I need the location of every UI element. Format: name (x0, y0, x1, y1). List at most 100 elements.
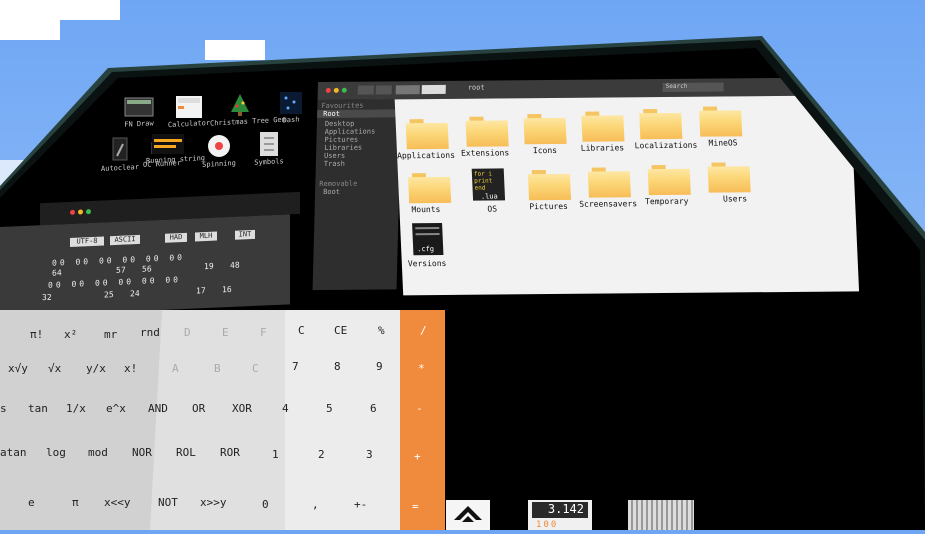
key-5[interactable]: 5 (326, 402, 333, 415)
folder-icon[interactable] (699, 106, 743, 137)
back-button[interactable] (357, 85, 374, 95)
path-field[interactable]: root (468, 84, 485, 92)
tab-utf8[interactable]: UTF-8 (70, 236, 104, 247)
forward-button[interactable] (375, 85, 392, 95)
item-label-pictures[interactable]: Pictures (529, 202, 568, 211)
item-label-mineos[interactable]: MineOS (708, 138, 737, 147)
item-label-os[interactable]: OS (487, 204, 497, 213)
key-ror[interactable]: ROR (220, 446, 240, 459)
item-label-mounts[interactable]: Mounts (411, 205, 440, 214)
folder-icon[interactable] (405, 119, 449, 150)
folder-icon[interactable] (581, 111, 625, 142)
key-sin[interactable]: s (0, 402, 7, 415)
key-xor[interactable]: XOR (232, 402, 252, 415)
key-and[interactable]: AND (148, 402, 168, 415)
key-nor[interactable]: NOR (132, 446, 152, 459)
key-hex-a[interactable]: A (172, 362, 179, 375)
key-rnd[interactable]: rnd (140, 326, 160, 339)
folder-icon[interactable] (707, 162, 751, 193)
desktop-icon-dash[interactable]: Dash (266, 90, 316, 124)
key-plus[interactable]: + (414, 450, 421, 463)
folder-icon[interactable] (465, 116, 509, 147)
key-8[interactable]: 8 (334, 360, 341, 373)
key-shift-right[interactable]: x>>y (200, 496, 227, 509)
key-rol[interactable]: ROL (176, 446, 196, 459)
maximize-button[interactable] (341, 87, 347, 93)
dock-item-symbols[interactable] (628, 500, 694, 530)
key-exp[interactable]: e^x (106, 402, 126, 415)
key-clear[interactable]: C (298, 324, 305, 337)
folder-icon[interactable] (639, 109, 683, 140)
key-log[interactable]: log (46, 446, 66, 459)
folder-icon[interactable] (527, 170, 572, 201)
folder-icon[interactable] (408, 173, 452, 204)
item-label-extensions[interactable]: Extensions (461, 148, 510, 157)
key-hex-c[interactable]: C (252, 362, 259, 375)
key-square[interactable]: x² (64, 328, 77, 341)
folder-icon[interactable] (587, 167, 631, 198)
folder-icon[interactable] (523, 114, 567, 145)
sidebar-item-boot[interactable]: Boot (323, 188, 340, 196)
item-label-applications[interactable]: Applications (397, 151, 455, 161)
key-equals[interactable]: = (412, 500, 419, 513)
cfg-file-icon[interactable]: .cfg (412, 222, 444, 256)
close-button[interactable] (70, 209, 75, 215)
item-label-icons[interactable]: Icons (533, 146, 557, 155)
close-button[interactable] (325, 87, 331, 93)
desktop-icon-calculator[interactable]: Calculator (164, 94, 214, 129)
key-9[interactable]: 9 (376, 360, 383, 373)
key-hex-b[interactable]: B (214, 362, 221, 375)
key-7[interactable]: 7 (292, 360, 299, 373)
key-sqrt[interactable]: √x (48, 362, 61, 375)
key-e[interactable]: e (28, 496, 35, 509)
key-pi[interactable]: π (72, 496, 79, 509)
folder-icon[interactable] (647, 164, 691, 196)
key-hex-f[interactable]: F (260, 326, 267, 339)
menu-finder[interactable]: Finder (126, 56, 155, 66)
key-1[interactable]: 1 (272, 448, 279, 461)
sidebar-item-libraries[interactable]: Libraries (324, 144, 362, 152)
key-atan[interactable]: atan (0, 446, 27, 459)
key-clear-entry[interactable]: CE (334, 324, 347, 337)
dock-item-calculator[interactable]: 3.142 100 (528, 500, 592, 530)
key-hex-d[interactable]: D (184, 326, 191, 339)
key-6[interactable]: 6 (370, 402, 377, 415)
key-3[interactable]: 3 (366, 448, 373, 461)
key-factorial[interactable]: x! (124, 362, 137, 375)
key-shift-left[interactable]: x<<y (104, 496, 131, 509)
view-toggle[interactable] (395, 85, 420, 95)
item-label-localizations[interactable]: Localizations (634, 141, 697, 151)
tab-mlh[interactable]: MLH (195, 231, 217, 242)
key-2[interactable]: 2 (318, 448, 325, 461)
tray-item-cpu[interactable]: CPU (588, 34, 602, 44)
desktop-icon-symbols[interactable]: Symbols (244, 130, 294, 167)
sidebar-item-users[interactable]: Users (324, 152, 345, 160)
key-divide[interactable]: / (420, 324, 427, 337)
item-label-versions[interactable]: Versions (408, 259, 447, 268)
desktop-icon-running-string[interactable]: Running string (146, 132, 205, 165)
key-mr[interactable]: mr (104, 328, 117, 341)
key-percent[interactable]: % (378, 324, 385, 337)
dock-item-mineos[interactable] (446, 500, 490, 530)
key-multiply[interactable]: * (418, 362, 425, 375)
key-mod[interactable]: mod (88, 446, 108, 459)
view-toggle-2[interactable] (421, 84, 446, 95)
item-label-temporary[interactable]: Temporary (645, 197, 689, 206)
key-negate[interactable]: +- (354, 498, 367, 511)
key-not[interactable]: NOT (158, 496, 178, 509)
sidebar-item-root[interactable]: Root (317, 109, 402, 119)
tab-ascii[interactable]: ASCII (110, 234, 140, 246)
search-input[interactable]: Search (662, 82, 724, 92)
tab-int[interactable]: INT (235, 229, 255, 240)
key-pi-fact[interactable]: π! (30, 328, 43, 341)
maximize-button[interactable] (86, 209, 91, 215)
sidebar-item-desktop[interactable]: Desktop (325, 120, 355, 128)
item-label-libraries[interactable]: Libraries (581, 143, 625, 152)
key-4[interactable]: 4 (282, 402, 289, 415)
key-or[interactable]: OR (192, 402, 205, 415)
key-hex-e[interactable]: E (222, 326, 229, 339)
key-tan[interactable]: tan (28, 402, 48, 415)
tab-had[interactable]: HAD (165, 232, 187, 243)
item-label-screensavers[interactable]: Screensavers (579, 199, 637, 209)
minimize-button[interactable] (78, 209, 83, 215)
